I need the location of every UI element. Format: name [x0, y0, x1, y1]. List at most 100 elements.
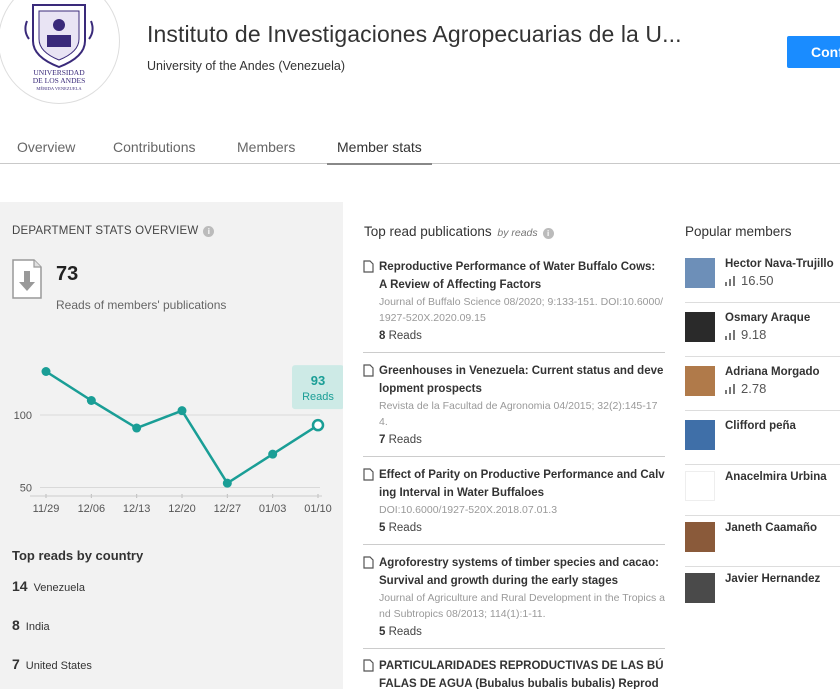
publication-item[interactable]: Greenhouses in Venezuela: Current status… — [363, 362, 665, 449]
svg-text:DE LOS ANDES: DE LOS ANDES — [33, 76, 86, 85]
avatar[interactable] — [685, 420, 715, 450]
publication-reads: 5 Reads — [379, 519, 665, 537]
publication-title[interactable]: Agroforestry systems of timber species a… — [379, 554, 665, 590]
publication-item[interactable]: Effect of Parity on Productive Performan… — [363, 466, 665, 537]
top-reads-by-country-title: Top reads by country — [12, 548, 144, 563]
country-count: 7 — [12, 656, 20, 672]
publication-reads: 8 Reads — [379, 327, 665, 345]
member-name[interactable]: Clifford peña — [725, 420, 796, 432]
member-score: 9.18 — [725, 327, 766, 342]
document-icon — [363, 556, 374, 569]
divider — [363, 352, 665, 353]
tab-members[interactable]: Members — [237, 139, 295, 155]
document-icon — [363, 468, 374, 481]
country-count: 14 — [12, 578, 28, 594]
bar-chart-icon — [725, 384, 735, 394]
bar-chart-icon — [725, 330, 735, 340]
avatar[interactable] — [685, 573, 715, 603]
reads-word: Reads — [388, 626, 422, 638]
country-row: 7 United States — [12, 656, 92, 672]
publication-reads: 5 Reads — [379, 623, 665, 641]
publication-item[interactable]: Agroforestry systems of timber species a… — [363, 554, 665, 641]
reads-word: Reads — [388, 522, 422, 534]
institution-title: Instituto de Investigaciones Agropecuari… — [147, 21, 682, 47]
publication-title[interactable]: Reproductive Performance of Water Buffal… — [379, 258, 665, 294]
member-score-value: 9.18 — [741, 327, 767, 342]
document-icon — [363, 364, 374, 377]
member-name[interactable]: Anacelmira Urbina — [725, 471, 827, 483]
department-stats-panel: DEPARTMENT STATS OVERVIEW i 73 Reads of m… — [0, 202, 343, 689]
member-name[interactable]: Hector Nava-Trujillo — [725, 258, 834, 270]
data-point — [86, 396, 96, 405]
avatar[interactable] — [685, 258, 715, 288]
member-score-value: 2.78 — [741, 381, 767, 396]
publication-meta: Revista de la Facultad de Agronomia 04/2… — [379, 400, 658, 428]
confirm-button[interactable]: Conf — [787, 36, 840, 68]
member-name[interactable]: Adriana Morgado — [725, 366, 820, 378]
data-point — [132, 423, 142, 433]
page-header: UNIVERSIDAD DE LOS ANDES MÉRIDA VENEZUEL… — [0, 0, 840, 120]
publication-meta: Journal of Agriculture and Rural Develop… — [379, 592, 665, 620]
x-tick-label: 12/20 — [168, 503, 196, 515]
x-tick-label: 12/13 — [123, 503, 151, 515]
member-name[interactable]: Osmary Araque — [725, 312, 810, 324]
divider — [685, 515, 840, 516]
avatar[interactable] — [685, 366, 715, 396]
divider — [363, 456, 665, 457]
member-score: 2.78 — [725, 381, 766, 396]
member-item[interactable]: Javier Hernandez — [685, 573, 840, 625]
country-name: Venezuela — [33, 582, 85, 594]
data-point — [41, 367, 51, 376]
document-icon — [363, 659, 374, 672]
dept-stats-title: DEPARTMENT STATS OVERVIEW i — [12, 225, 215, 237]
tab-contributions[interactable]: Contributions — [113, 139, 196, 155]
publication-title[interactable]: PARTICULARIDADES REPRODUCTIVAS DE LAS BÚ… — [379, 657, 665, 689]
university-crest-icon: UNIVERSIDAD DE LOS ANDES MÉRIDA VENEZUEL… — [24, 4, 94, 91]
info-icon[interactable]: i — [203, 226, 215, 237]
info-icon[interactable]: i — [542, 228, 554, 239]
data-point — [268, 449, 278, 459]
publication-title[interactable]: Effect of Parity on Productive Performan… — [379, 466, 665, 502]
member-name[interactable]: Janeth Caamaño — [725, 522, 817, 534]
reads-count: 73 — [56, 263, 79, 285]
tab-member-stats[interactable]: Member stats — [327, 139, 432, 165]
x-tick-label: 12/27 — [214, 503, 242, 515]
country-name: United States — [25, 660, 92, 672]
reads-word: Reads — [388, 330, 422, 342]
reads-line-chart: 50 100 11/29 12/06 12/13 12/20 12/27 01/03 01/10… — [14, 365, 343, 515]
x-tick-label: 01/10 — [304, 503, 332, 515]
member-name[interactable]: Javier Hernandez — [725, 573, 820, 585]
x-tick-label: 11/29 — [33, 503, 60, 515]
institution-logo[interactable]: UNIVERSIDAD DE LOS ANDES MÉRIDA VENEZUEL… — [0, 0, 120, 104]
y-tick-label: 100 — [14, 410, 32, 422]
country-name: India — [25, 621, 50, 633]
tooltip-label: Reads — [302, 391, 334, 403]
avatar[interactable] — [685, 471, 715, 501]
publications-title-text: Top read publications — [364, 224, 492, 239]
divider — [685, 410, 840, 411]
tab-overview[interactable]: Overview — [17, 139, 75, 155]
reads-label: Reads of members' publications — [56, 298, 227, 312]
reads-number: 5 — [379, 626, 386, 638]
divider — [363, 648, 665, 649]
data-point — [311, 418, 325, 432]
publication-item[interactable]: PARTICULARIDADES REPRODUCTIVAS DE LAS BÚ… — [363, 657, 665, 689]
publication-reads: 7 Reads — [379, 431, 665, 449]
divider — [685, 566, 840, 567]
data-point — [177, 406, 187, 416]
by-reads-label: by reads — [497, 227, 538, 239]
institution-subtitle[interactable]: University of the Andes (Venezuela) — [147, 59, 345, 73]
series-line — [45, 370, 319, 485]
member-score-value: 16.50 — [741, 273, 774, 288]
publication-meta: Journal of Buffalo Science 08/2020; 9:13… — [379, 296, 664, 324]
country-count: 8 — [12, 617, 20, 633]
reads-number: 8 — [379, 330, 386, 342]
x-tick-label: 01/03 — [259, 503, 287, 515]
avatar[interactable] — [685, 522, 715, 552]
divider — [685, 302, 840, 303]
dept-stats-title-text: DEPARTMENT STATS OVERVIEW — [12, 225, 199, 237]
publication-title[interactable]: Greenhouses in Venezuela: Current status… — [379, 362, 665, 398]
publication-item[interactable]: Reproductive Performance of Water Buffal… — [363, 258, 665, 345]
avatar[interactable] — [685, 312, 715, 342]
bar-chart-icon — [725, 276, 735, 286]
